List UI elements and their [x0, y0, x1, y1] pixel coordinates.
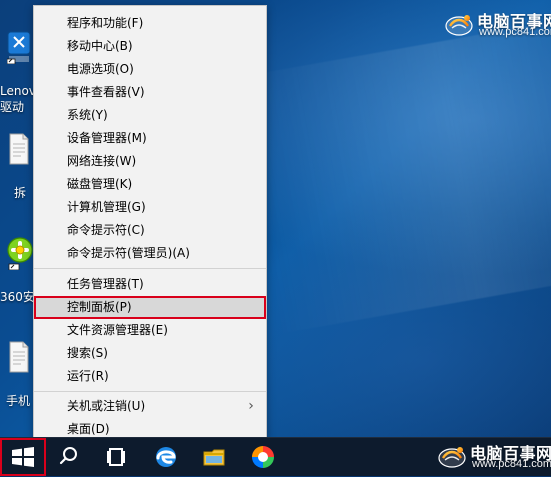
watermark-url-text: www.pc841.com — [472, 458, 551, 470]
edge-button[interactable] — [146, 438, 186, 476]
taskbar: 电脑百事网 www.pc841.com — [0, 437, 551, 476]
document-icon — [7, 132, 31, 166]
file-explorer-button[interactable] — [194, 438, 234, 476]
watermark-logo-icon — [443, 8, 475, 40]
menu-separator — [34, 268, 266, 269]
watermark-logo-icon — [436, 440, 468, 472]
menu-item-command-prompt-admin[interactable]: 命令提示符(管理员)(A) — [34, 242, 266, 265]
edge-icon — [156, 447, 176, 467]
lenovo-driver-icon — [6, 30, 31, 65]
menu-item-run[interactable]: 运行(R) — [34, 365, 266, 388]
watermark-taskbar: 电脑百事网 www.pc841.com — [436, 440, 551, 474]
watermark-url-text: www.pc841.com — [479, 26, 551, 38]
menu-separator — [34, 391, 266, 392]
menu-item-event-viewer[interactable]: 事件查看器(V) — [34, 81, 266, 104]
menu-item-shutdown-signout[interactable]: 关机或注销(U) › — [34, 395, 266, 418]
security-360-icon — [6, 236, 34, 271]
file-explorer-icon — [203, 449, 225, 466]
menu-item-task-manager[interactable]: 任务管理器(T) — [34, 273, 266, 296]
mobile-document-icon — [7, 340, 31, 374]
menu-item-file-explorer[interactable]: 文件资源管理器(E) — [34, 319, 266, 342]
menu-item-computer-management[interactable]: 计算机管理(G) — [34, 196, 266, 219]
menu-item-mobility-center[interactable]: 移动中心(B) — [34, 35, 266, 58]
search-icon — [59, 447, 77, 465]
menu-item-network-connections[interactable]: 网络连接(W) — [34, 150, 266, 173]
task-view-icon — [107, 448, 125, 466]
menu-item-disk-management[interactable]: 磁盘管理(K) — [34, 173, 266, 196]
menu-item-search[interactable]: 搜索(S) — [34, 342, 266, 365]
menu-item-system[interactable]: 系统(Y) — [34, 104, 266, 127]
desktop-icon-lenovo[interactable]: Lenovo 驱动 — [0, 26, 43, 116]
desktop: 电脑百事网 www.pc841.com Lenovo 驱动 拆 — [0, 0, 551, 439]
desktop-icon-phone[interactable]: 手机 — [0, 338, 36, 418]
menu-item-label: 关机或注销(U) — [67, 399, 146, 413]
search-button[interactable] — [48, 438, 88, 476]
app-color-icon — [252, 446, 274, 468]
menu-item-power-options[interactable]: 电源选项(O) — [34, 58, 266, 81]
windows-start-icon — [12, 447, 34, 467]
menu-item-control-panel[interactable]: 控制面板(P) — [34, 296, 266, 319]
desktop-icon-360[interactable]: 360安 — [0, 234, 36, 309]
menu-item-command-prompt[interactable]: 命令提示符(C) — [34, 219, 266, 242]
menu-item-device-manager[interactable]: 设备管理器(M) — [34, 127, 266, 150]
desktop-icon-document[interactable]: 拆 — [0, 130, 36, 205]
winx-context-menu: 程序和功能(F) 移动中心(B) 电源选项(O) 事件查看器(V) 系统(Y) … — [33, 5, 267, 439]
menu-item-programs-features[interactable]: 程序和功能(F) — [34, 12, 266, 35]
chevron-right-icon: › — [248, 398, 254, 414]
start-button[interactable] — [0, 438, 46, 476]
task-view-button[interactable] — [96, 438, 136, 476]
app-color-button[interactable] — [243, 438, 283, 476]
watermark: 电脑百事网 www.pc841.com — [443, 8, 551, 42]
